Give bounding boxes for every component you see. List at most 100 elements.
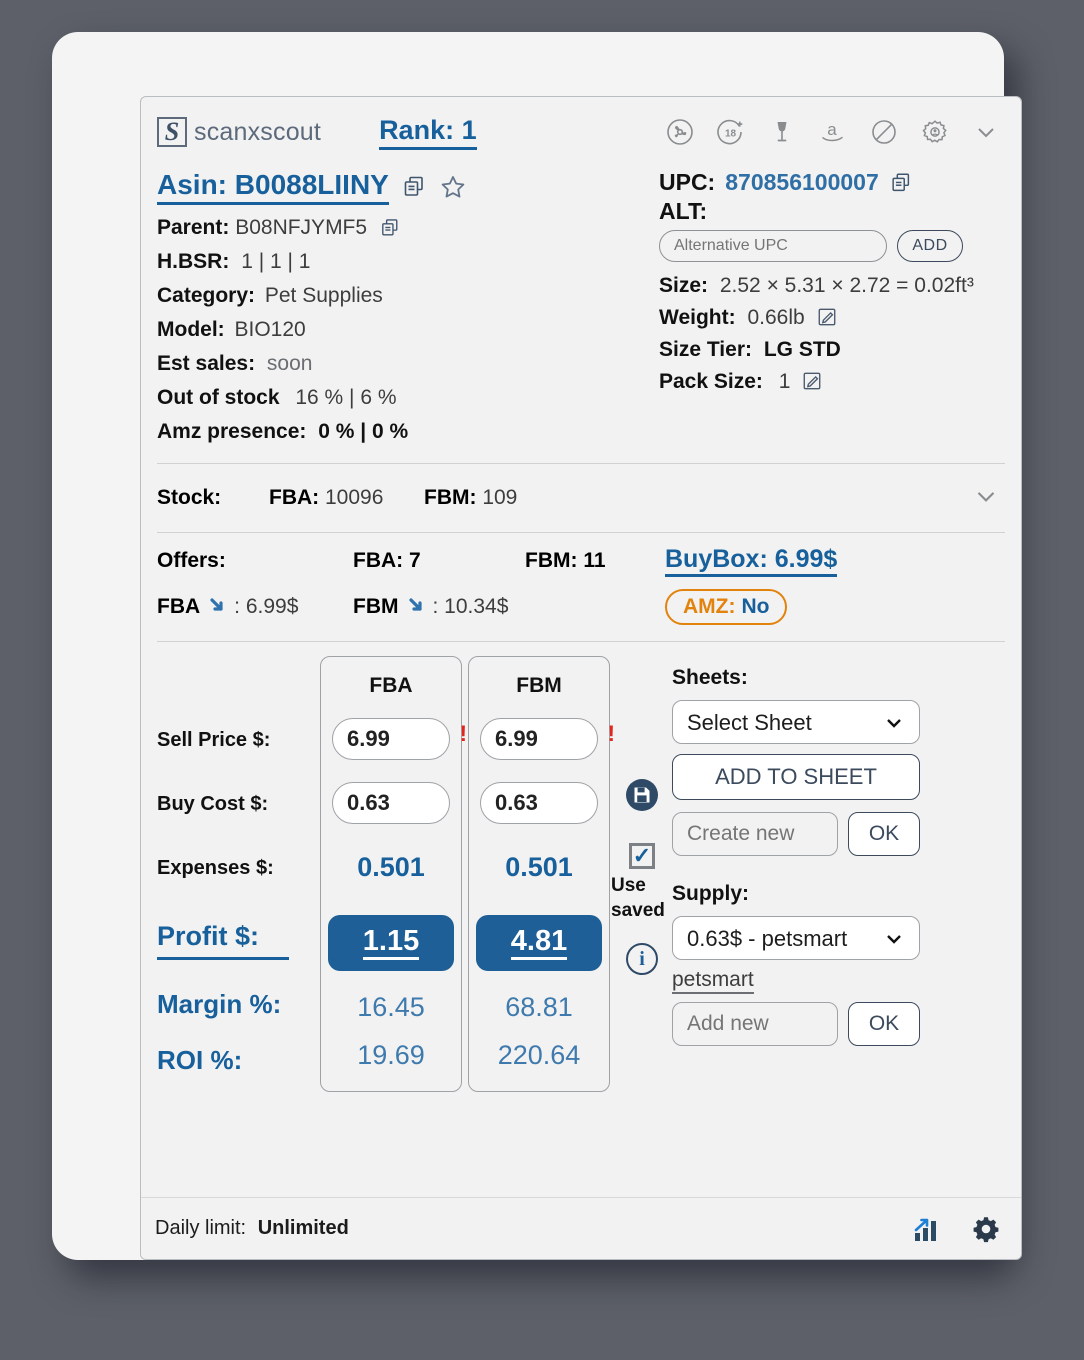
info-letter: i	[639, 947, 645, 970]
copy-parent-icon[interactable]	[379, 217, 401, 239]
save-disk-icon[interactable]	[626, 779, 658, 811]
add-new-supplier-input[interactable]	[672, 1002, 838, 1046]
hbsr-label: H.BSR:	[157, 250, 230, 273]
hazmat-icon[interactable]	[665, 117, 695, 147]
footer-settings-gear-icon[interactable]	[971, 1214, 1001, 1244]
favorite-star-icon[interactable]	[439, 173, 467, 201]
sell-price-fbm-input[interactable]	[480, 718, 598, 760]
footer-icons	[911, 1213, 1001, 1245]
sell-price-fba-wrap: !	[332, 707, 467, 771]
product-info-section: Asin: B0088LIINY Parent: B08NFJYMF5 H.BS…	[157, 163, 1005, 449]
chevron-down-icon[interactable]	[971, 117, 1001, 147]
use-saved-checkbox[interactable]: ✓	[629, 843, 655, 869]
use-saved-label: Use saved	[611, 875, 665, 921]
add-new-supplier-ok-button[interactable]: OK	[848, 1002, 920, 1046]
hbsr-value: 1 | 1 | 1	[241, 250, 311, 273]
calculator-column-fbm: FBM ! 0.501 4.81 68.81 220.6	[468, 656, 615, 1092]
stock-fbm-label: FBM:	[424, 486, 477, 509]
sheets-title: Sheets:	[672, 666, 748, 689]
copy-upc-icon[interactable]	[889, 171, 913, 195]
asin-line: Asin: B0088LIINY	[157, 169, 649, 205]
calculator-labels: Sell Price $: Buy Cost $: Expenses $: Pr…	[157, 656, 320, 1092]
sell-price-label: Sell Price $:	[157, 728, 271, 751]
sell-price-fbm-wrap: !	[480, 707, 615, 771]
expenses-fba-value: 0.501	[357, 851, 425, 882]
category-value: Pet Supplies	[264, 284, 383, 307]
buybox-label[interactable]: BuyBox: 6.99$	[665, 545, 838, 577]
svg-text:a: a	[827, 120, 837, 139]
sell-price-fba-input[interactable]	[332, 718, 450, 760]
asin-label[interactable]: Asin: B0088LIINY	[157, 169, 389, 205]
add-to-sheet-button[interactable]: ADD TO SHEET	[672, 754, 920, 800]
category-label: Category:	[157, 284, 256, 307]
est-sales-label: Est sales:	[157, 352, 256, 375]
offers-fba-price: FBA : 6.99$	[157, 593, 353, 621]
stock-fba-label: FBA:	[269, 486, 320, 509]
out-of-stock-value: 16 % | 6 %	[295, 386, 397, 409]
sheet-select[interactable]: Select Sheet	[672, 700, 920, 744]
scanxscout-logo-icon: S	[157, 117, 187, 147]
info-icon[interactable]: i	[626, 943, 658, 975]
offers-fbm: FBM: 11	[525, 549, 606, 572]
weight-row: Weight: 0.66lb	[659, 302, 1005, 334]
profit-fba-pill[interactable]: 1.15	[328, 915, 454, 971]
prohibited-icon[interactable]	[869, 117, 899, 147]
stock-fba: FBA: 10096	[269, 486, 424, 510]
amz-presence-value: 0 % | 0 %	[318, 420, 409, 443]
parent-value: B08NFJYMF5	[235, 216, 368, 239]
rank-label[interactable]: Rank: 1	[379, 115, 477, 150]
amazon-icon[interactable]: a	[818, 117, 848, 147]
create-new-sheet-row: OK	[672, 812, 1005, 856]
edit-pack-size-icon[interactable]	[802, 371, 822, 391]
stock-expand-chevron-down-icon[interactable]	[971, 480, 1005, 516]
extension-popup-card: S scanxscout Rank: 1 18 a Asin: B0088LII…	[140, 96, 1022, 1260]
fragile-glass-icon[interactable]	[767, 117, 797, 147]
supply-select[interactable]: 0.63$ - petsmart	[672, 916, 920, 960]
copy-asin-icon[interactable]	[401, 174, 427, 200]
model-label: Model:	[157, 318, 225, 341]
product-info-left: Asin: B0088LIINY Parent: B08NFJYMF5 H.BS…	[157, 169, 649, 449]
offers-fbm-price: FBM : 10.34$	[353, 593, 665, 621]
amz-badge-key: AMZ:	[683, 595, 736, 618]
est-sales-value: soon	[266, 352, 313, 375]
size-label: Size:	[659, 274, 709, 297]
amz-presence-label: Amz presence:	[157, 420, 307, 443]
settings-gear-icon[interactable]	[920, 117, 950, 147]
profit-fba-value: 1.15	[362, 926, 420, 960]
column-head-fbm: FBM	[516, 674, 562, 697]
buy-cost-label: Buy Cost $:	[157, 792, 269, 815]
trend-down-arrow-icon	[206, 593, 228, 621]
offers-row-1: Offers: FBA: 7 FBM: 11 BuyBox: 6.99$	[157, 545, 1005, 577]
buy-cost-fba-input[interactable]	[332, 782, 450, 824]
stock-label: Stock:	[157, 486, 222, 509]
age-18-plus-icon[interactable]: 18	[716, 117, 746, 147]
offers-section: Offers: FBA: 7 FBM: 11 BuyBox: 6.99$ FBA	[157, 533, 1005, 625]
analytics-chart-icon[interactable]	[911, 1213, 943, 1245]
offers-fba-price-value: : 6.99$	[234, 595, 299, 618]
size-tier-label: Size Tier:	[659, 338, 752, 361]
buy-cost-fba-wrap	[332, 771, 450, 835]
edit-weight-icon[interactable]	[817, 307, 837, 327]
out-of-stock-label: Out of stock	[157, 386, 280, 409]
margin-label: Margin %:	[157, 988, 282, 1019]
create-new-sheet-input[interactable]	[672, 812, 838, 856]
create-new-sheet-ok-button[interactable]: OK	[848, 812, 920, 856]
add-upc-button[interactable]: ADD	[897, 230, 963, 262]
offers-row-2: FBA : 6.99$ FBM: 10.34$ AMZ: No	[157, 589, 1005, 625]
alternative-upc-input[interactable]	[659, 230, 887, 262]
offers-label: Offers:	[157, 549, 226, 572]
category-row: Category: Pet Supplies	[157, 279, 649, 313]
size-row: Size: 2.52 × 5.31 × 2.72 = 0.02ft³	[659, 270, 1005, 302]
offers-fbm-price-label: FBM	[353, 595, 399, 618]
daily-limit: Daily limit: Unlimited	[155, 1217, 349, 1240]
profit-fbm-pill[interactable]: 4.81	[476, 915, 602, 971]
expenses-fbm-value: 0.501	[505, 851, 573, 882]
screenshot-stage: S scanxscout Rank: 1 18 a Asin: B0088LII…	[0, 0, 1084, 1360]
stock-section: Stock: FBA: 10096 FBM: 109	[157, 464, 1005, 532]
expenses-label: Expenses $:	[157, 856, 274, 879]
brand-name: scanxscout	[194, 117, 322, 146]
profit-label[interactable]: Profit $:	[157, 916, 289, 960]
buy-cost-fbm-input[interactable]	[480, 782, 598, 824]
supplier-link[interactable]: petsmart	[672, 968, 754, 994]
roi-fbm-value: 220.64	[497, 1039, 581, 1070]
